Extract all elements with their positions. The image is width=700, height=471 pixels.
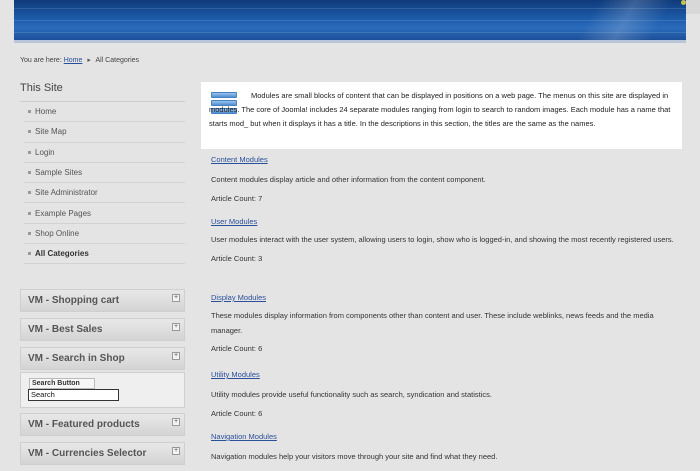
page-corner bbox=[686, 0, 700, 14]
bullet-icon bbox=[28, 231, 31, 235]
module-best-sales-header[interactable]: VM - Best Sales + bbox=[20, 318, 185, 341]
expand-icon[interactable]: + bbox=[172, 447, 180, 455]
module-shopping-cart-header[interactable]: VM - Shopping cart + bbox=[20, 289, 185, 312]
expand-icon[interactable]: + bbox=[172, 418, 180, 426]
module-featured-products-header[interactable]: VM - Featured products + bbox=[20, 413, 185, 436]
module-search-in-shop-header[interactable]: VM - Search in Shop + bbox=[20, 347, 185, 370]
intro-text: Modules are small blocks of content that… bbox=[209, 91, 671, 128]
breadcrumb-current: All Categories bbox=[95, 57, 140, 64]
search-button-label: Search Button bbox=[32, 380, 80, 387]
sidebar-item-label: Site Administrator bbox=[35, 188, 98, 198]
sidebar-item-example-pages[interactable]: Example Pages bbox=[24, 203, 185, 224]
module-currencies-selector-header[interactable]: VM - Currencies Selector + bbox=[20, 442, 185, 465]
bullet-icon bbox=[28, 110, 31, 114]
category-entry: User Modules User modules interact with … bbox=[211, 217, 681, 263]
module-title: VM - Currencies Selector bbox=[28, 448, 147, 459]
category-entry: Utility Modules Utility modules provide … bbox=[211, 370, 681, 418]
module-title: VM - Shopping cart bbox=[28, 295, 120, 306]
category-link[interactable]: Utility Modules bbox=[211, 370, 681, 379]
category-description: Utility modules provide useful functiona… bbox=[211, 390, 492, 399]
category-description: Navigation modules help your visitors mo… bbox=[211, 452, 498, 461]
article-count: Article Count: 7 bbox=[211, 193, 263, 203]
bullet-icon bbox=[28, 171, 31, 175]
category-description: User modules interact with the user syst… bbox=[211, 235, 674, 244]
search-module-body: Search Button Search bbox=[20, 372, 185, 408]
banner-wave bbox=[526, 0, 686, 40]
category-entry: Content Modules Content modules display … bbox=[211, 155, 681, 203]
sidebar-item-login[interactable]: Login bbox=[24, 143, 185, 163]
category-description: Content modules display article and othe… bbox=[211, 175, 486, 184]
sidebar-item-all-categories[interactable]: All Categories bbox=[24, 244, 185, 265]
module-title: VM - Best Sales bbox=[28, 324, 103, 335]
sidebar-item-site-administrator[interactable]: Site Administrator bbox=[24, 183, 185, 204]
breadcrumb-separator-icon: ▸ bbox=[87, 57, 91, 64]
sidebar-item-sample-sites[interactable]: Sample Sites bbox=[24, 163, 185, 184]
category-link[interactable]: Display Modules bbox=[211, 293, 681, 302]
header-banner bbox=[14, 0, 686, 43]
sidebar-item-label: Site Map bbox=[35, 127, 67, 137]
module-title: VM - Featured products bbox=[28, 419, 140, 430]
expand-icon[interactable]: + bbox=[172, 294, 180, 302]
sidebar-item-home[interactable]: Home bbox=[24, 102, 185, 123]
bullet-icon bbox=[28, 150, 31, 154]
article-count: Article Count: 6 bbox=[211, 408, 263, 418]
expand-icon[interactable]: + bbox=[172, 352, 180, 360]
bullet-icon bbox=[28, 252, 31, 256]
corner-dot bbox=[681, 0, 686, 5]
breadcrumb: You are here: Home ▸ All Categories bbox=[20, 56, 139, 64]
sidebar-item-label: Home bbox=[35, 107, 57, 117]
article-count: Article Count: 3 bbox=[211, 253, 263, 263]
sidebar-item-label: Example Pages bbox=[35, 208, 92, 218]
bullet-icon bbox=[28, 211, 31, 215]
search-button[interactable]: Search Button bbox=[29, 378, 95, 389]
sidebar-item-label: Sample Sites bbox=[35, 168, 83, 178]
sidebar-item-shop-online[interactable]: Shop Online bbox=[24, 224, 185, 245]
bullet-icon bbox=[28, 130, 31, 134]
module-title: VM - Search in Shop bbox=[28, 353, 125, 364]
breadcrumb-prefix: You are here: bbox=[20, 57, 62, 64]
sidebar: This Site Home Site Map Login Sample Sit… bbox=[20, 82, 185, 265]
article-count: Article Count: 6 bbox=[211, 344, 263, 353]
category-entry: Display Modules These modules display in… bbox=[211, 293, 681, 353]
search-input[interactable]: Search bbox=[28, 389, 119, 401]
sidebar-item-site-map[interactable]: Site Map bbox=[24, 122, 185, 143]
sidebar-item-label: Shop Online bbox=[35, 228, 80, 238]
category-entry: Navigation Modules Navigation modules he… bbox=[211, 432, 681, 465]
category-link[interactable]: Navigation Modules bbox=[211, 432, 681, 441]
category-description: These modules display information from c… bbox=[211, 311, 654, 335]
sidebar-item-label: Login bbox=[35, 147, 55, 157]
category-link[interactable]: Content Modules bbox=[211, 155, 681, 164]
bullet-icon bbox=[28, 191, 31, 195]
sidebar-item-label: All Categories bbox=[35, 249, 89, 259]
expand-icon[interactable]: + bbox=[172, 323, 180, 331]
sidebar-title: This Site bbox=[20, 82, 185, 102]
category-intro: Modules are small blocks of content that… bbox=[201, 82, 682, 149]
category-link[interactable]: User Modules bbox=[211, 217, 681, 226]
breadcrumb-home-link[interactable]: Home bbox=[64, 57, 83, 64]
